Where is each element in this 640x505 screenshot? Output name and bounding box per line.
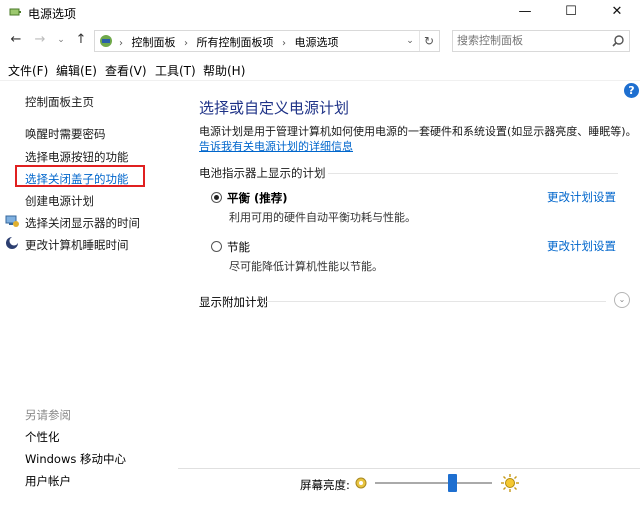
section-divider <box>328 173 618 174</box>
breadcrumb-all-items[interactable]: 所有控制面板项 <box>197 36 274 49</box>
back-button[interactable]: ← <box>7 31 25 49</box>
see-also-heading: 另请参阅 <box>25 408 71 422</box>
maximize-button[interactable]: ☐ <box>548 0 594 24</box>
menu-view[interactable]: 查看(V) <box>105 62 147 79</box>
brightness-high-icon <box>501 474 519 492</box>
breadcrumb-separator[interactable]: › <box>184 38 188 49</box>
additional-plans-divider <box>266 301 606 302</box>
plan-balanced-change-link[interactable]: 更改计划设置 <box>547 189 616 205</box>
sidebar-item-sleep-time[interactable]: 更改计算机睡眠时间 <box>25 237 129 253</box>
plan-power-saver-radio[interactable] <box>211 241 222 252</box>
sidebar-item-wake-password[interactable]: 唤醒时需要密码 <box>25 126 106 142</box>
plan-balanced-radio[interactable] <box>211 192 222 203</box>
see-also-user-accounts[interactable]: 用户帐户 <box>25 473 71 489</box>
address-row: ← → ⌄ ↑ › 控制面板 › 所有控制面板项 › 电源选项 ⌄ ↻ <box>0 28 640 54</box>
page-description: 电源计划是用于管理计算机如何使用电源的一套硬件和系统设置(如显示器亮度、睡眠等)… <box>199 125 637 138</box>
sidebar-home-link[interactable]: 控制面板主页 <box>25 94 94 110</box>
power-plan-info-link[interactable]: 告诉我有关电源计划的详细信息 <box>199 138 353 154</box>
up-button[interactable]: ↑ <box>72 31 90 49</box>
chevron-down-icon[interactable]: ⌄ <box>614 292 630 308</box>
breadcrumb-control-panel[interactable]: 控制面板 <box>132 36 176 49</box>
brightness-low-icon <box>355 477 367 489</box>
see-also-mobility-center[interactable]: Windows 移动中心 <box>25 451 126 467</box>
title-bar: 电源选项 — ☐ ✕ <box>0 0 640 24</box>
menu-edit[interactable]: 编辑(E) <box>56 62 97 79</box>
plan-power-saver-change-link[interactable]: 更改计划设置 <box>547 238 616 254</box>
forward-button[interactable]: → <box>31 31 49 49</box>
main-content: ? 选择或自定义电源计划 电源计划是用于管理计算机如何使用电源的一套硬件和系统设… <box>178 82 640 504</box>
power-options-icon <box>9 8 21 16</box>
search-box[interactable] <box>452 30 630 52</box>
help-icon[interactable]: ? <box>624 83 639 98</box>
brightness-slider-thumb[interactable] <box>447 474 457 492</box>
brightness-label: 屏幕亮度: <box>300 478 350 492</box>
address-bar[interactable]: › 控制面板 › 所有控制面板项 › 电源选项 ⌄ ↻ <box>94 30 440 52</box>
breadcrumb: › 控制面板 › 所有控制面板项 › 电源选项 <box>117 34 342 50</box>
sidebar-item-power-button[interactable]: 选择电源按钮的功能 <box>25 149 129 165</box>
breadcrumb-separator: › <box>119 38 123 49</box>
sidebar-item-display-off[interactable]: 选择关闭显示器的时间 <box>25 215 140 231</box>
recent-locations-dropdown[interactable]: ⌄ <box>52 31 70 49</box>
close-button[interactable]: ✕ <box>594 0 640 24</box>
section-heading: 电池指示器上显示的计划 <box>199 166 326 180</box>
plan-balanced-name[interactable]: 平衡 (推荐) <box>227 190 288 206</box>
page-title: 选择或自定义电源计划 <box>199 99 350 117</box>
menu-bar: 文件(F) 编辑(E) 查看(V) 工具(T) 帮助(H) <box>0 58 640 81</box>
minimize-button[interactable]: — <box>502 0 548 24</box>
sidebar: 控制面板主页 唤醒时需要密码 选择电源按钮的功能 选择关闭盖子的功能 创建电源计… <box>0 82 178 504</box>
window-title: 电源选项 <box>28 7 77 21</box>
plan-power-saver-desc: 尽可能降低计算机性能以节能。 <box>229 260 383 273</box>
brightness-bar: 屏幕亮度: <box>178 468 640 505</box>
see-also-personalization[interactable]: 个性化 <box>25 429 60 445</box>
address-dropdown[interactable]: ⌄ <box>403 32 417 50</box>
plan-balanced-desc: 利用可用的硬件自动平衡功耗与性能。 <box>229 211 416 224</box>
breadcrumb-power-options[interactable]: 电源选项 <box>295 36 339 49</box>
menu-file[interactable]: 文件(F) <box>8 62 48 79</box>
refresh-button[interactable]: ↻ <box>419 31 438 51</box>
show-additional-plans[interactable]: 显示附加计划 <box>199 294 268 310</box>
moon-sleep-icon <box>6 236 19 249</box>
control-panel-icon <box>100 35 112 47</box>
brightness-slider-track[interactable] <box>375 482 492 484</box>
menu-tools[interactable]: 工具(T) <box>155 62 196 79</box>
search-input[interactable] <box>457 33 607 47</box>
monitor-shield-icon <box>5 215 19 227</box>
search-icon[interactable] <box>611 34 625 48</box>
breadcrumb-separator[interactable]: › <box>282 38 286 49</box>
lid-close-highlight-box <box>15 165 145 187</box>
plan-power-saver-name[interactable]: 节能 <box>227 239 250 255</box>
menu-help[interactable]: 帮助(H) <box>203 62 245 79</box>
sidebar-item-create-plan[interactable]: 创建电源计划 <box>25 193 94 209</box>
